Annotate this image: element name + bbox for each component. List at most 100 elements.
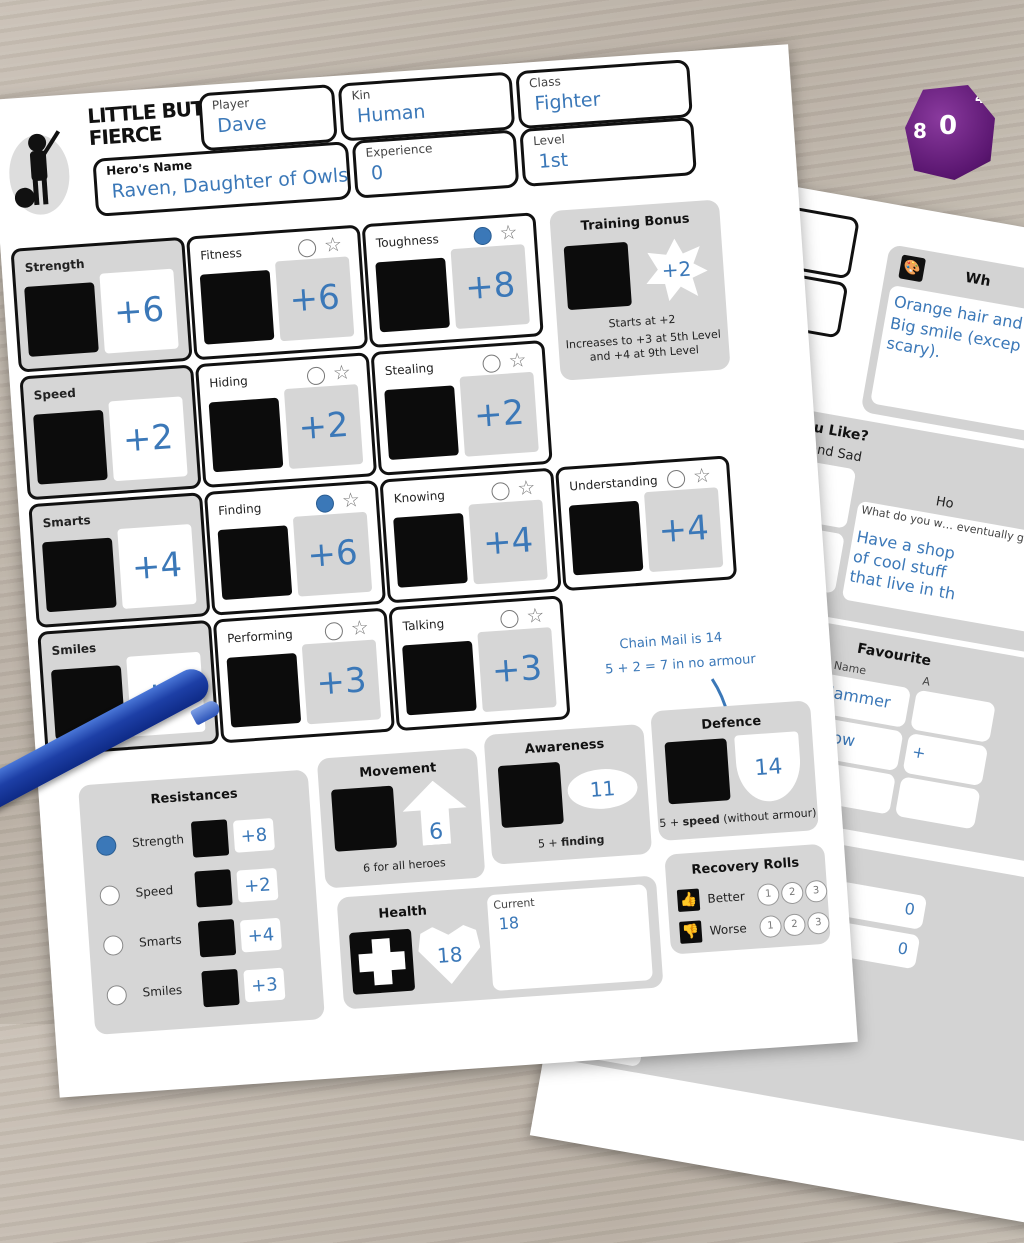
movement-note: 6 for all heroes [362, 856, 447, 875]
palette-icon: 🎨 [898, 254, 927, 283]
resistance-value[interactable]: +4 [239, 917, 282, 953]
brain-icon [197, 918, 237, 958]
watching-eyes-icon [217, 525, 293, 601]
skill-value[interactable]: +4 [643, 487, 724, 573]
hopes-title: Ho [934, 494, 955, 512]
training-checkbox[interactable] [482, 354, 502, 374]
skill-card-understanding: Understanding ☆ +4 [555, 455, 738, 592]
experience-label: Experience [365, 141, 433, 160]
training-checkbox[interactable] [666, 469, 686, 489]
resistance-row: Smarts +4 [88, 909, 321, 969]
skill-card-toughness: Toughness ☆ +8 [361, 212, 544, 349]
skill-card-knowing: Knowing ☆ +4 [379, 467, 562, 604]
resistances-title: Resistances [150, 786, 239, 808]
level-value: 1st [537, 148, 569, 173]
level-field[interactable]: Level 1st [519, 117, 697, 188]
recovery-box[interactable]: 1 [758, 914, 783, 939]
speaker-at-podium-icon [402, 640, 477, 716]
recovery-box[interactable]: 2 [782, 913, 807, 937]
star-icon[interactable]: ☆ [692, 463, 712, 488]
skill-value[interactable]: +8 [450, 244, 530, 330]
burst-figure-icon [375, 257, 450, 333]
kin-label: Kin [351, 87, 371, 103]
hopes-field[interactable]: What do you w… eventually get … Have a s… [841, 500, 1024, 645]
favourite-weapons-title: Favourite [855, 640, 933, 670]
resistance-value[interactable]: +8 [232, 818, 276, 853]
attribute-name: Speed [33, 385, 77, 403]
attribute-name: Smarts [42, 513, 92, 531]
skill-name: Hiding [208, 373, 249, 391]
resistance-radio[interactable] [106, 984, 128, 1007]
resistance-radio-selected[interactable] [95, 835, 117, 857]
training-bonus-value: +2 [643, 236, 709, 302]
skill-name: Knowing [393, 488, 446, 506]
resistance-row: Speed +2 [84, 859, 317, 919]
training-checkbox[interactable] [324, 621, 344, 641]
star-icon[interactable]: ☆ [526, 603, 546, 628]
training-checkbox-checked[interactable] [473, 226, 493, 246]
main-character-sheet: LITTLE BUT FIERCE Player Dave Kin Human … [0, 44, 858, 1098]
star-icon[interactable]: ☆ [332, 360, 352, 385]
skill-value[interactable]: +6 [292, 511, 373, 597]
lips-icon [201, 968, 240, 1008]
resistance-value[interactable]: +3 [243, 967, 286, 1003]
star-icon[interactable]: ☆ [499, 220, 519, 245]
attribute-value[interactable]: +2 [108, 396, 188, 482]
movement-title: Movement [358, 760, 437, 781]
hero-name-field[interactable]: Hero's Name Raven, Daughter of Owls [92, 141, 352, 217]
attribute-value[interactable]: +6 [99, 268, 179, 354]
class-label: Class [528, 74, 562, 91]
heroine-mascot-icon [9, 130, 70, 215]
brain-icon [41, 537, 117, 613]
resistance-label: Speed [135, 883, 174, 900]
resistance-radio[interactable] [99, 884, 121, 907]
skill-value[interactable]: +2 [283, 384, 364, 470]
star-icon[interactable]: ☆ [508, 347, 528, 372]
training-bonus-panel: Training Bonus +2 Starts at +2 Increases… [549, 199, 731, 381]
recovery-rolls-title: Recovery Rolls [691, 855, 800, 878]
experience-value: 0 [370, 161, 384, 185]
attribute-value[interactable]: +4 [117, 524, 197, 609]
attribute-card-smarts: Smarts +4 [28, 492, 211, 629]
resistance-radio[interactable] [102, 934, 124, 957]
recovery-box[interactable]: 2 [780, 881, 805, 905]
recovery-row-worse: 👎 Worse 1 2 3 [679, 909, 841, 948]
skill-name: Stealing [384, 360, 435, 379]
resistance-value[interactable]: +2 [236, 867, 279, 903]
attribute-name: Smiles [51, 640, 97, 659]
dice-face: 4 [975, 91, 985, 107]
skill-card-stealing: Stealing ☆ +2 [370, 339, 553, 476]
running-figure-icon [33, 409, 108, 485]
skill-card-performing: Performing ☆ +3 [212, 607, 396, 744]
skill-value[interactable]: +2 [459, 371, 539, 457]
player-field[interactable]: Player Dave [198, 83, 338, 152]
star-icon[interactable]: ☆ [517, 475, 537, 500]
kin-value: Human [356, 100, 427, 128]
skill-value[interactable]: +4 [468, 499, 548, 585]
music-notes-icon [226, 652, 302, 728]
experience-field[interactable]: Experience 0 [351, 129, 520, 199]
star-icon[interactable]: ☆ [323, 232, 343, 257]
recovery-box[interactable]: 1 [756, 882, 781, 907]
recovery-box[interactable]: 3 [806, 911, 831, 935]
health-panel: Health 18 Current 18 [336, 875, 664, 1010]
weapon-cell[interactable] [894, 776, 981, 830]
training-checkbox[interactable] [306, 366, 326, 386]
recovery-box[interactable]: 3 [804, 879, 828, 904]
thumbs-up-icon: 👍 [676, 888, 701, 912]
flexing-strongman-icon [24, 282, 99, 357]
star-icon[interactable]: ☆ [350, 615, 370, 640]
skill-value[interactable]: +3 [477, 627, 557, 713]
training-checkbox[interactable] [499, 609, 520, 629]
star-icon[interactable]: ☆ [341, 487, 361, 512]
current-health-field[interactable]: Current 18 [486, 884, 653, 992]
skill-value[interactable]: +3 [301, 639, 382, 725]
training-checkbox-checked[interactable] [315, 494, 335, 514]
training-checkbox[interactable] [490, 481, 511, 501]
cartwheel-icon [199, 269, 275, 345]
skill-value[interactable]: +6 [274, 256, 355, 342]
thumbs-down-icon: 👎 [679, 920, 703, 944]
thief-with-sack-icon [384, 385, 459, 461]
training-checkbox[interactable] [297, 238, 317, 258]
lightbulb-icon [568, 500, 644, 576]
